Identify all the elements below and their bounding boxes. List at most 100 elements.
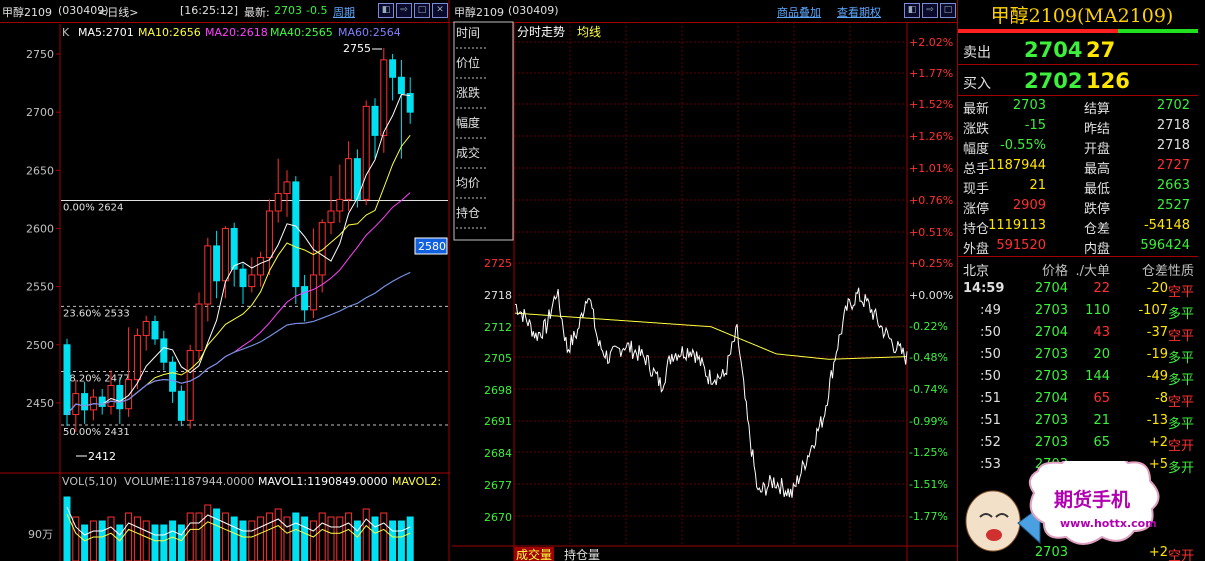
price-tick-label: 2684 [484,447,512,460]
ma40-label: MA40:2565 [270,26,333,39]
tick-volume: 110 [1085,303,1110,318]
quote-detail-row: 涨停 2909 跌停 2527 [958,196,1198,217]
quote-detail-row: 涨跌 -15 昨结 2718 [958,116,1198,137]
tick-oi-diff: -37 [1146,325,1168,340]
candle-body [204,245,212,305]
sell-label: 卖出 [963,45,991,61]
volume-bar [133,516,141,561]
low-label: 2412 [88,450,116,463]
detail-value: 2663 [1156,178,1190,193]
volume-bar [371,516,379,561]
detail-value: 2909 [1012,198,1046,213]
ma5-line [66,93,411,415]
tick-row[interactable]: 14:59 2704 22 -20 空平 [958,278,1198,300]
volume-bar [362,508,370,561]
price-tick-label: 2698 [484,384,512,397]
volume-bar [213,508,221,561]
mavol2-value: MAVOL2: [392,475,441,488]
candle-body [116,384,124,410]
tick-nature: 多平 [1167,351,1194,366]
tick-row[interactable]: :50 2704 43 -37 空平 [958,322,1198,344]
quote-detail-row: 现手 21 最低 2663 [958,176,1198,197]
y-tick-label: 2600 [26,222,54,235]
quote-red-bar [958,29,1118,33]
info-label: 价位 [456,55,480,70]
kline-chart[interactable]: K MA5:2701 MA10:2656 MA20:2618 MA40:2565… [0,0,450,561]
volume-bar [380,512,388,561]
tick-row[interactable]: :49 2703 110 -107 多平 [958,300,1198,322]
tick-time: :50 [980,347,1001,362]
info-label: 时间 [456,26,480,40]
tick-row[interactable]: :51 2704 65 -8 空平 [958,388,1198,410]
volume-bar [169,520,177,561]
tick-oi-diff: -107 [1138,303,1168,318]
detail-value: 2527 [1156,198,1190,213]
y-tick-label: 2750 [26,48,54,61]
tick-oi-diff: +2 [1148,435,1168,450]
avg-line-label: 均线 [577,25,601,39]
quote-panel: 甲醇2109(MA2109) 卖出 2704 27 买入 2702 126 最新… [957,0,1205,561]
intraday-chart[interactable]: 分时走势 均线 2725 2718 2712 2705 2698 2691 2684 2677… [452,0,957,561]
tick-nature: 多平 [1167,373,1194,388]
tick-row[interactable]: :50 2703 144 -49 多平 [958,366,1198,388]
volume-bar [151,524,159,561]
tick-nature: 空平 [1167,329,1194,344]
volume-bar [265,512,273,561]
detail-label: 最高 [1084,162,1111,177]
tick-row[interactable]: :52 2703 65 +2 空开 [958,432,1198,454]
candle-body [301,286,309,311]
candle-body [213,245,221,282]
intraday-panel[interactable]: 甲醇2109 (030409) 商品叠加 查看期权 ◧ ⇨ □ 分时走势 均线 … [452,0,957,561]
ma60-label: MA60:2564 [338,26,401,39]
price-tick-label: 2677 [484,479,512,492]
detail-label: 跌停 [1084,202,1111,217]
candle-body [397,76,405,95]
tab-openinterest-label[interactable]: 持仓量 [564,547,600,561]
tick-row[interactable]: :50 2703 20 -19 多平 [958,344,1198,366]
sell-volume: 27 [1086,38,1116,62]
candle-body [248,274,256,288]
y-tick-label: 2650 [26,164,54,177]
candle-body [186,350,194,421]
fib-label: 0.00% 2624 [63,203,123,214]
detail-label: 昨结 [1084,122,1111,137]
candle-body [406,93,414,113]
price-tick-label: 2670 [484,511,512,524]
pct-tick-label: +0.51% [909,226,953,239]
volume-bar [345,512,353,561]
volume-bar [318,512,326,561]
kline-panel[interactable]: 甲醇2109 (030409) <日线> [16:25:12] 最新: 2703… [0,0,450,561]
tick-time: :52 [980,435,1001,450]
detail-label: 仓差 [1084,222,1111,237]
detail-label: 涨跌 [963,122,990,137]
volume-tick: 90万 [28,528,53,541]
volume-bar [186,512,194,561]
candle-body [274,193,282,212]
tick-price: 2703 [1034,435,1068,450]
volume-bar [301,516,309,561]
candle-body [362,105,370,200]
tick-nature: 空开 [1167,439,1194,454]
sell-row: 卖出 2704 27 [958,34,1198,65]
tick-oi-diff: -19 [1146,347,1168,362]
candle-body [336,198,344,212]
tick-row[interactable]: :51 2703 21 -13 多平 [958,410,1198,432]
buy-price: 2702 [1024,69,1083,93]
vol-legend-label: VOL(5,10) [62,475,117,488]
ma10-label: MA10:2656 [138,26,201,39]
volume-bar [336,516,344,561]
pct-tick-label: -0.99% [909,415,948,428]
y-tick-label: 2500 [26,339,54,352]
candle-body [160,338,168,363]
price-tick-label: 2712 [484,321,512,334]
tick-volume: 144 [1085,369,1110,384]
volume-bar [327,516,335,561]
info-label: 均价 [456,176,480,190]
detail-label: 总手 [963,162,990,177]
pct-tick-label: +1.26% [909,130,953,143]
candle-body [177,390,185,421]
volume-bar [89,520,97,561]
candle-body [98,396,106,407]
price-tick-label: 2705 [484,352,512,365]
volume-value: VOLUME:1187944.0000 [124,475,254,488]
